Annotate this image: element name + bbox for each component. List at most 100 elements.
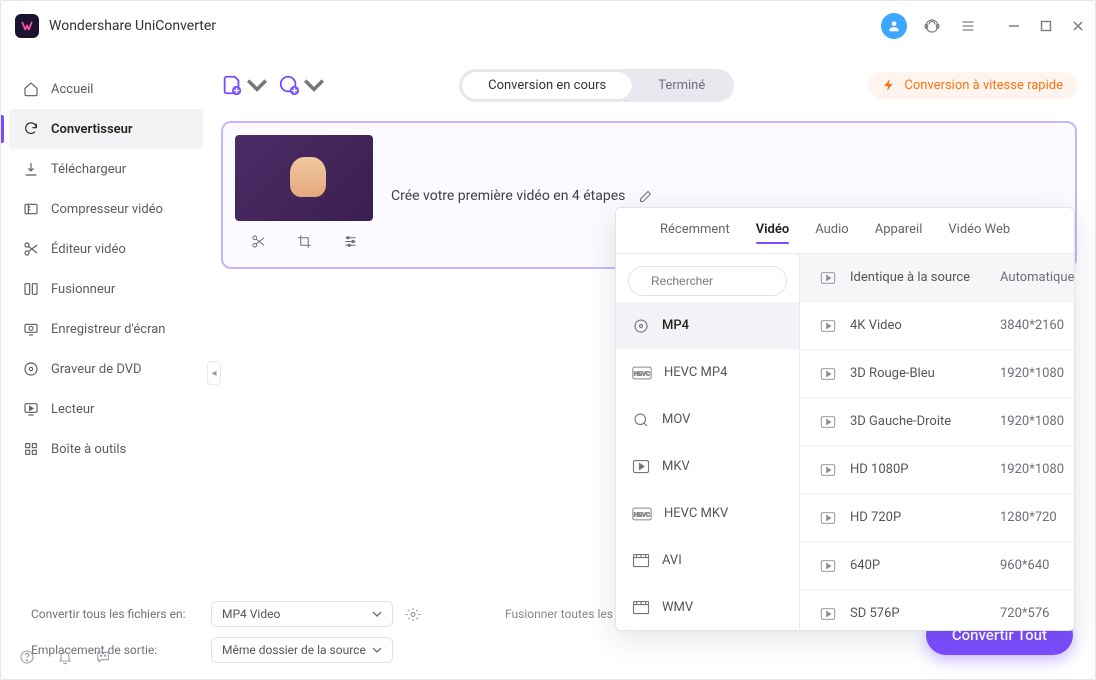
- help-icon[interactable]: [19, 649, 35, 665]
- preset-row[interactable]: 3D Gauche-Droite 1920*1080: [800, 398, 1075, 446]
- sidebar-item-edit[interactable]: Éditeur vidéo: [9, 229, 203, 269]
- close-button[interactable]: [1071, 19, 1085, 33]
- sidebar-item-merge[interactable]: Fusionneur: [9, 269, 203, 309]
- crop-icon[interactable]: [296, 233, 312, 249]
- preset-edit-icon[interactable]: [1074, 414, 1075, 429]
- preset-edit-icon[interactable]: [1074, 366, 1075, 381]
- disc-icon: [23, 361, 39, 377]
- preset-edit-icon[interactable]: [1074, 558, 1075, 573]
- preset-resolution: 960*640: [1000, 558, 1074, 573]
- preset-row[interactable]: SD 576P 720*576: [800, 590, 1075, 631]
- maximize-button[interactable]: [1039, 19, 1053, 33]
- format-label: WMV: [662, 600, 693, 615]
- popover-tabs: Récemment Vidéo Audio Appareil Vidéo Web: [616, 208, 1074, 253]
- sidebar-item-convert[interactable]: Convertisseur: [9, 109, 203, 149]
- sidebar-item-label: Enregistreur d'écran: [51, 322, 165, 337]
- sidebar-item-toolbox[interactable]: Boîte à outils: [9, 429, 203, 469]
- compress-icon: [23, 201, 39, 217]
- preset-edit-icon[interactable]: [1074, 270, 1075, 285]
- output-settings-icon[interactable]: [405, 606, 421, 622]
- preset-edit-icon[interactable]: [1074, 606, 1075, 621]
- popover-tab-appareil[interactable]: Appareil: [875, 222, 923, 243]
- cut-icon: [23, 241, 39, 257]
- format-item-mp4[interactable]: MP4: [616, 302, 799, 349]
- preset-edit-icon[interactable]: [1074, 462, 1075, 477]
- popover-tab-vidéo[interactable]: Vidéo: [756, 222, 790, 243]
- notification-icon[interactable]: [57, 649, 73, 665]
- add-url-button[interactable]: [278, 74, 325, 96]
- preset-resolution: 1920*1080: [1000, 462, 1074, 477]
- download-icon: [23, 161, 39, 177]
- main-toolbar: Conversion en cours Terminé Conversion à…: [221, 65, 1077, 105]
- preset-row[interactable]: Identique à la source Automatique: [800, 254, 1075, 302]
- trim-icon[interactable]: [250, 233, 266, 249]
- app-logo: [15, 14, 39, 38]
- preset-play-icon: [820, 367, 836, 381]
- settings-icon[interactable]: [342, 233, 358, 249]
- home-icon: [23, 81, 39, 97]
- preset-edit-icon[interactable]: [1074, 510, 1075, 525]
- sidebar-item-record[interactable]: Enregistreur d'écran: [9, 309, 203, 349]
- format-label: HEVC MKV: [664, 506, 728, 521]
- preset-play-icon: [820, 511, 836, 525]
- preset-play-icon: [820, 271, 836, 285]
- record-icon: [23, 321, 39, 337]
- preset-resolution: 1280*720: [1000, 510, 1074, 525]
- preset-name: HD 1080P: [850, 462, 1000, 477]
- format-icon: HEVC: [632, 507, 652, 521]
- edit-title-icon[interactable]: [637, 188, 653, 204]
- preset-row[interactable]: 4K Video 3840*2160: [800, 302, 1075, 350]
- sidebar-item-player[interactable]: Lecteur: [9, 389, 203, 429]
- preset-name: HD 720P: [850, 510, 1000, 525]
- preset-name: 3D Rouge-Bleu: [850, 366, 1000, 381]
- add-file-button[interactable]: [221, 74, 268, 96]
- status-tabs: Conversion en cours Terminé: [459, 69, 734, 102]
- sidebar-item-label: Compresseur vidéo: [51, 202, 163, 217]
- titlebar: Wondershare UniConverter: [1, 1, 1095, 51]
- fast-conversion-label: Conversion à vitesse rapide: [904, 78, 1063, 93]
- format-search-input[interactable]: [649, 273, 808, 289]
- preset-resolution: 1920*1080: [1000, 366, 1074, 381]
- preset-row[interactable]: HD 1080P 1920*1080: [800, 446, 1075, 494]
- minimize-button[interactable]: [1007, 19, 1021, 33]
- output-folder-select[interactable]: Même dossier de la source: [211, 637, 393, 663]
- format-label: MKV: [662, 459, 690, 474]
- popover-tab-récemment[interactable]: Récemment: [660, 222, 730, 243]
- format-search[interactable]: [628, 266, 787, 296]
- format-item-hevc-mp4[interactable]: HEVCHEVC MP4: [616, 349, 799, 396]
- popover-tab-vidéo-web[interactable]: Vidéo Web: [948, 222, 1010, 243]
- tab-done[interactable]: Terminé: [632, 72, 731, 99]
- preset-name: SD 576P: [850, 606, 1000, 621]
- menu-icon[interactable]: [957, 15, 979, 37]
- account-button[interactable]: [881, 13, 907, 39]
- convert-all-select[interactable]: MP4 Video: [211, 601, 393, 627]
- format-item-hevc-mkv[interactable]: HEVC HEVC MKV: [616, 490, 799, 537]
- video-thumbnail[interactable]: [235, 135, 373, 221]
- preset-name: 640P: [850, 558, 1000, 573]
- format-item-wmv[interactable]: WMV: [616, 584, 799, 631]
- sidebar-item-burn[interactable]: Graveur de DVD: [9, 349, 203, 389]
- tab-in-progress[interactable]: Conversion en cours: [462, 72, 632, 99]
- sidebar-item-home[interactable]: Accueil: [9, 69, 203, 109]
- preset-row[interactable]: 640P 960*640: [800, 542, 1075, 590]
- preset-row[interactable]: 3D Rouge-Bleu 1920*1080: [800, 350, 1075, 398]
- sidebar-item-label: Téléchargeur: [51, 162, 126, 177]
- app-title: Wondershare UniConverter: [49, 18, 216, 34]
- support-icon[interactable]: [921, 15, 943, 37]
- preset-row[interactable]: HD 720P 1280*720: [800, 494, 1075, 542]
- format-item-avi[interactable]: AVI: [616, 537, 799, 584]
- preset-play-icon: [820, 607, 836, 621]
- preset-edit-icon[interactable]: [1074, 318, 1075, 333]
- preset-resolution: Automatique: [1000, 270, 1074, 285]
- format-icon: [632, 317, 650, 335]
- sidebar-item-label: Lecteur: [51, 402, 94, 417]
- fast-conversion-badge[interactable]: Conversion à vitesse rapide: [868, 72, 1077, 99]
- card-title: Crée votre première vidéo en 4 étapes: [391, 188, 625, 204]
- preset-resolution: 1920*1080: [1000, 414, 1074, 429]
- format-item-mkv[interactable]: MKV: [616, 443, 799, 490]
- sidebar-item-download[interactable]: Téléchargeur: [9, 149, 203, 189]
- popover-tab-audio[interactable]: Audio: [815, 222, 848, 243]
- format-item-mov[interactable]: MOV: [616, 396, 799, 443]
- sidebar-item-compress[interactable]: Compresseur vidéo: [9, 189, 203, 229]
- feedback-icon[interactable]: [95, 649, 111, 665]
